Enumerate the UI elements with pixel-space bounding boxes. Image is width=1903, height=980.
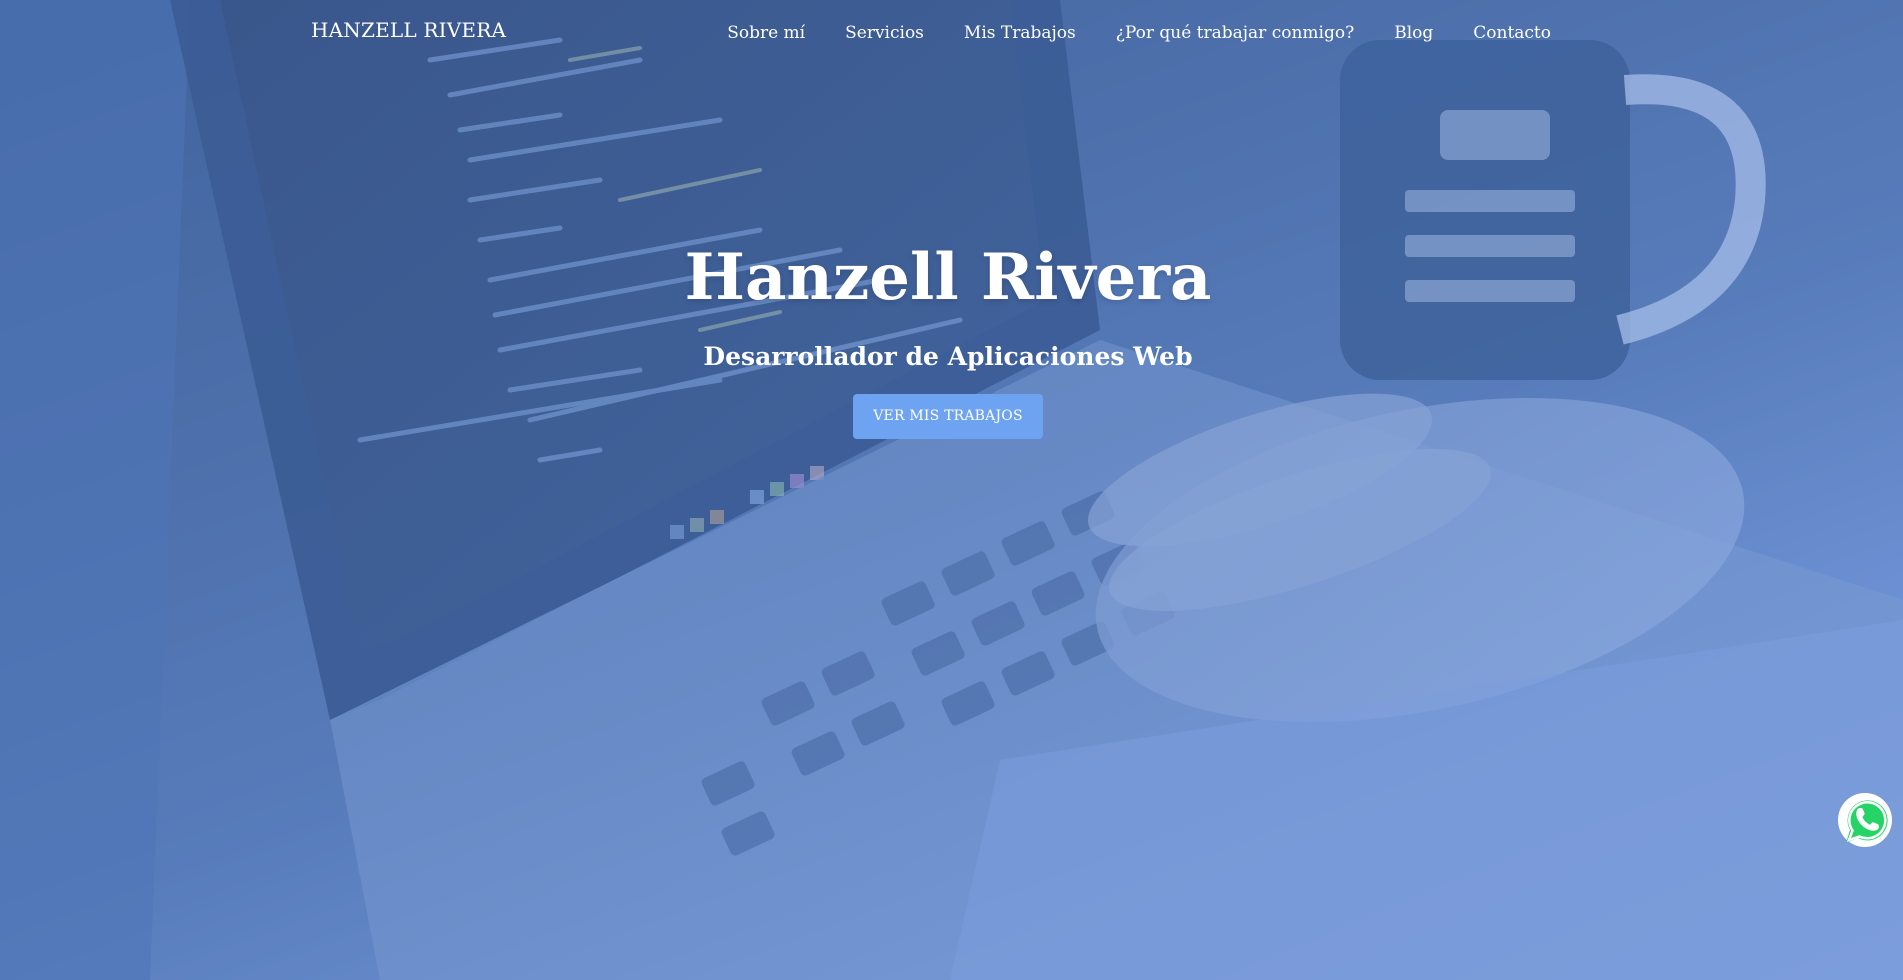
brand-logo-link[interactable]: HANZELL RIVERA (311, 18, 506, 42)
whatsapp-button[interactable] (1836, 791, 1894, 849)
hero-title: Hanzell Rivera (684, 240, 1212, 315)
nav-item-mis-trabajos[interactable]: Mis Trabajos (964, 23, 1076, 43)
hero-section (0, 0, 1903, 980)
nav-item-contacto[interactable]: Contacto (1473, 23, 1551, 43)
nav-item-servicios[interactable]: Servicios (845, 23, 924, 43)
nav-menu: Sobre mí Servicios Mis Trabajos ¿Por qué… (727, 23, 1551, 43)
whatsapp-icon (1838, 793, 1892, 847)
nav-item-por-que-trabajar[interactable]: ¿Por qué trabajar conmigo? (1116, 23, 1354, 43)
hero-overlay (0, 0, 1903, 980)
hero-content: Hanzell Rivera Desarrollador de Aplicaci… (0, 238, 1896, 439)
hero-subtitle: Desarrollador de Aplicaciones Web (703, 342, 1193, 371)
top-navbar: HANZELL RIVERA Sobre mí Servicios Mis Tr… (0, 0, 1903, 66)
nav-item-blog[interactable]: Blog (1394, 23, 1433, 43)
nav-item-sobre-mi[interactable]: Sobre mí (727, 23, 805, 43)
view-work-button[interactable]: VER MIS TRABAJOS (853, 394, 1043, 439)
